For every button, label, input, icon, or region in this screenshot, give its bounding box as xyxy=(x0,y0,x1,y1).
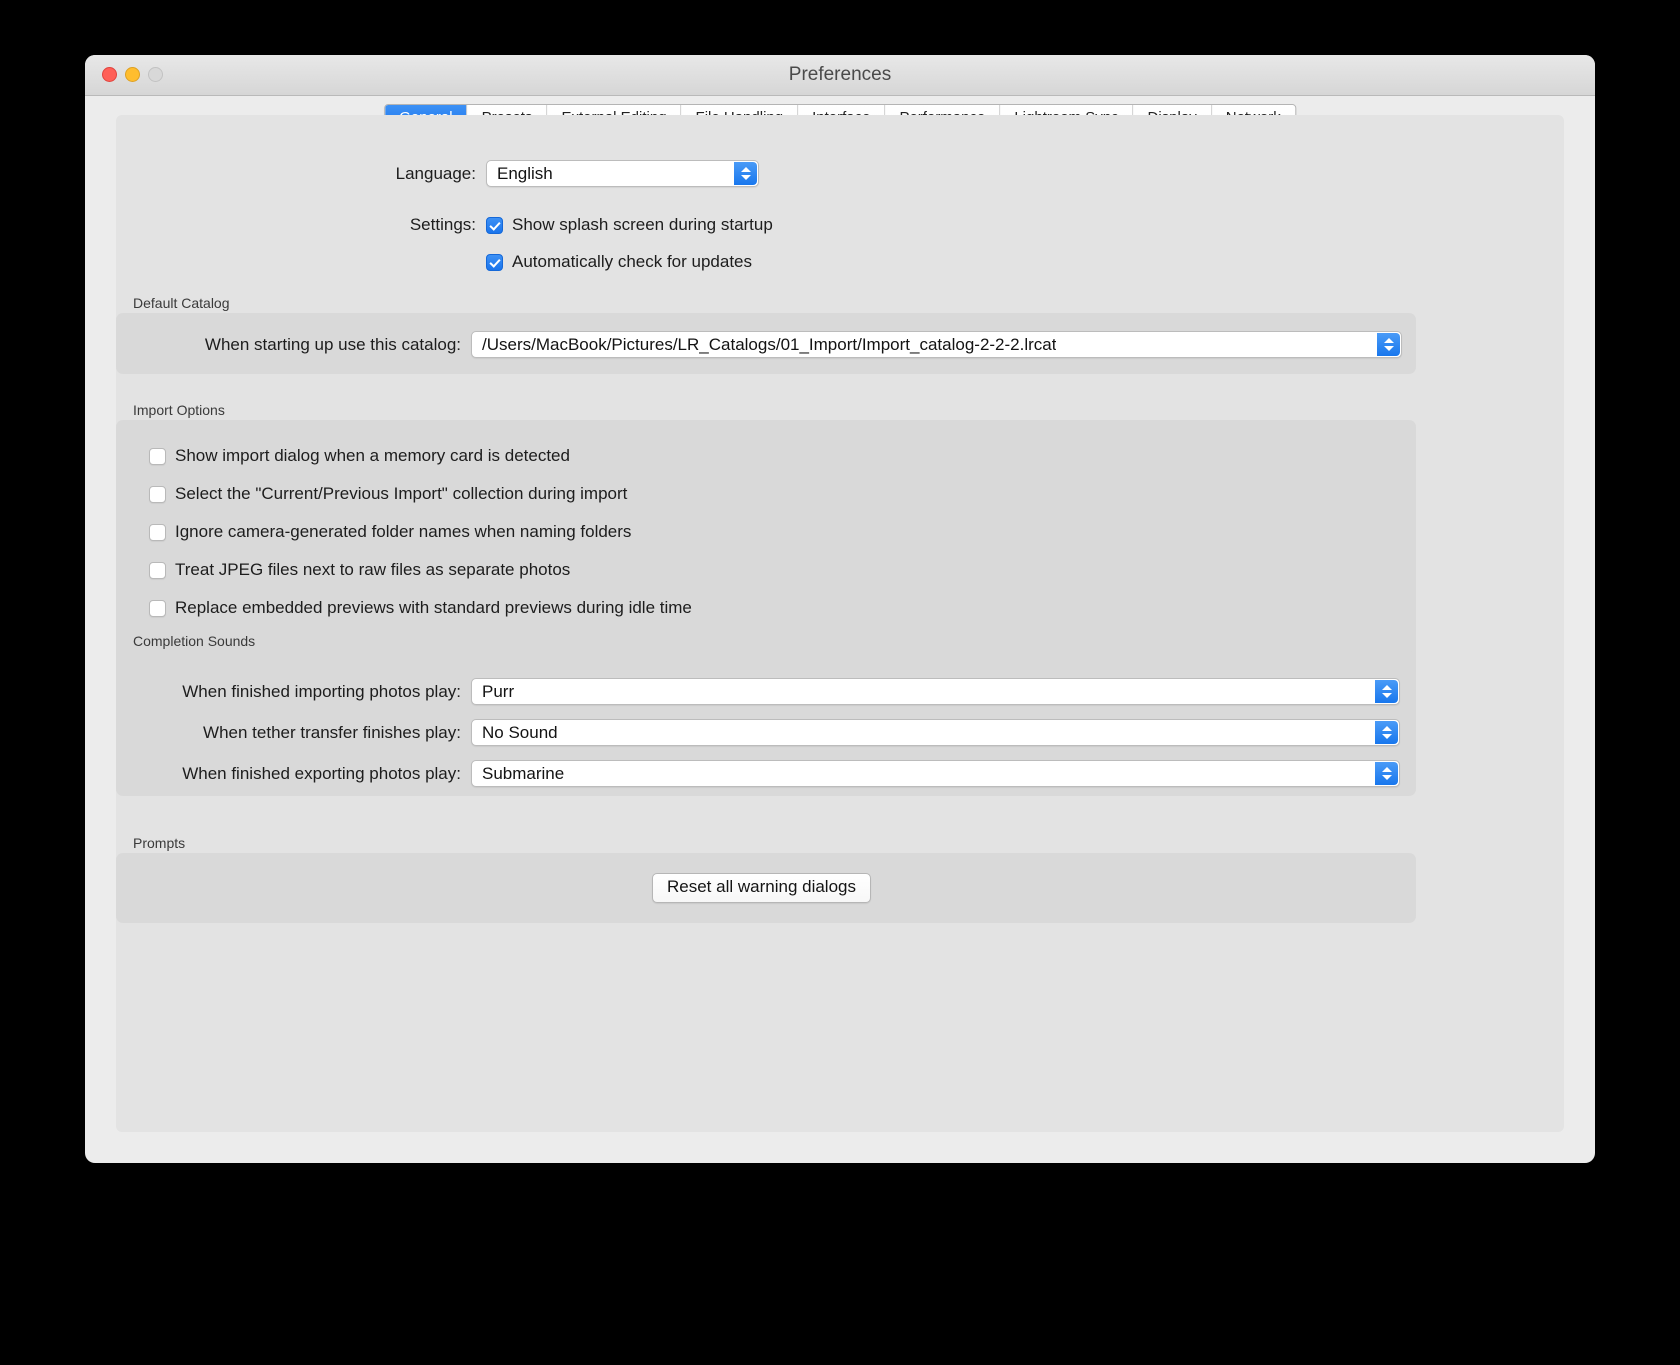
chevron-updown-icon[interactable] xyxy=(1377,333,1400,356)
default-catalog-row: When starting up use this catalog: /User… xyxy=(176,331,1402,358)
checkbox-label: Show import dialog when a memory card is… xyxy=(175,446,570,465)
sound-import-label: When finished importing photos play: xyxy=(182,681,461,701)
sound-export-label: When finished exporting photos play: xyxy=(182,763,461,783)
settings-row-1: Settings: Show splash screen during star… xyxy=(381,215,773,235)
chevron-updown-icon[interactable] xyxy=(1375,721,1398,744)
chevron-updown-icon[interactable] xyxy=(1375,680,1398,703)
general-preferences-panel: Language: English Settings: Show splash … xyxy=(116,115,1564,1132)
default-catalog-value: /Users/MacBook/Pictures/LR_Catalogs/01_I… xyxy=(482,334,1057,354)
checkbox-ignore-camera-folder-names[interactable]: Ignore camera-generated folder names whe… xyxy=(149,522,692,542)
checkbox-show-splash-screen[interactable]: Show splash screen during startup xyxy=(486,215,773,235)
checkbox-auto-check-updates[interactable]: Automatically check for updates xyxy=(486,252,752,272)
checkbox-box[interactable] xyxy=(149,485,166,503)
chevron-updown-icon[interactable] xyxy=(734,162,757,185)
language-row: Language: English xyxy=(381,160,759,187)
sound-tether-value: No Sound xyxy=(482,722,558,742)
prompts-title: Prompts xyxy=(133,835,186,851)
sound-tether-label: When tether transfer finishes play: xyxy=(203,722,461,742)
sound-import-popup[interactable]: Purr xyxy=(471,678,1400,705)
checkbox-box[interactable] xyxy=(149,599,166,617)
sound-row-tether: When tether transfer finishes play: No S… xyxy=(149,719,1400,746)
window-title: Preferences xyxy=(788,64,892,85)
default-catalog-title: Default Catalog xyxy=(133,295,230,311)
checkbox-box[interactable] xyxy=(486,253,503,271)
language-popup[interactable]: English xyxy=(486,160,759,187)
checkbox-label: Replace embedded previews with standard … xyxy=(175,598,692,617)
language-value: English xyxy=(497,163,553,183)
checkbox-label: Treat JPEG files next to raw files as se… xyxy=(175,560,571,579)
settings-label: Settings: xyxy=(409,215,476,234)
reset-all-warning-dialogs-button[interactable]: Reset all warning dialogs xyxy=(652,873,871,903)
chevron-updown-icon[interactable] xyxy=(1375,762,1398,785)
checkbox-show-import-dialog[interactable]: Show import dialog when a memory card is… xyxy=(149,446,692,466)
checkbox-box[interactable] xyxy=(149,447,166,465)
import-options-title: Import Options xyxy=(133,402,225,418)
sound-row-export: When finished exporting photos play: Sub… xyxy=(149,760,1400,787)
checkbox-box[interactable] xyxy=(149,523,166,541)
checkbox-box[interactable] xyxy=(149,561,166,579)
sound-export-popup[interactable]: Submarine xyxy=(471,760,1400,787)
default-catalog-popup[interactable]: /Users/MacBook/Pictures/LR_Catalogs/01_I… xyxy=(471,331,1402,358)
language-label: Language: xyxy=(395,163,476,183)
checkbox-label: Select the "Current/Previous Import" col… xyxy=(175,484,628,503)
sound-import-value: Purr xyxy=(482,681,515,701)
checkbox-treat-jpeg-separate[interactable]: Treat JPEG files next to raw files as se… xyxy=(149,560,692,580)
checkbox-replace-embedded-previews[interactable]: Replace embedded previews with standard … xyxy=(149,598,692,618)
sound-tether-popup[interactable]: No Sound xyxy=(471,719,1400,746)
settings-row-2: Automatically check for updates xyxy=(486,252,752,272)
completion-sounds-title: Completion Sounds xyxy=(133,633,256,649)
preferences-window: Preferences General Presets External Edi… xyxy=(85,55,1595,1163)
sound-row-import: When finished importing photos play: Pur… xyxy=(149,678,1400,705)
checkbox-box[interactable] xyxy=(486,216,503,234)
import-options-list: Show import dialog when a memory card is… xyxy=(149,446,692,618)
checkbox-label: Show splash screen during startup xyxy=(512,215,773,234)
checkbox-label: Automatically check for updates xyxy=(512,252,753,271)
sound-export-value: Submarine xyxy=(482,763,565,783)
window-titlebar: Preferences xyxy=(85,55,1595,96)
checkbox-select-current-previous-import[interactable]: Select the "Current/Previous Import" col… xyxy=(149,484,692,504)
default-catalog-label: When starting up use this catalog: xyxy=(204,334,461,354)
checkbox-label: Ignore camera-generated folder names whe… xyxy=(175,522,632,541)
